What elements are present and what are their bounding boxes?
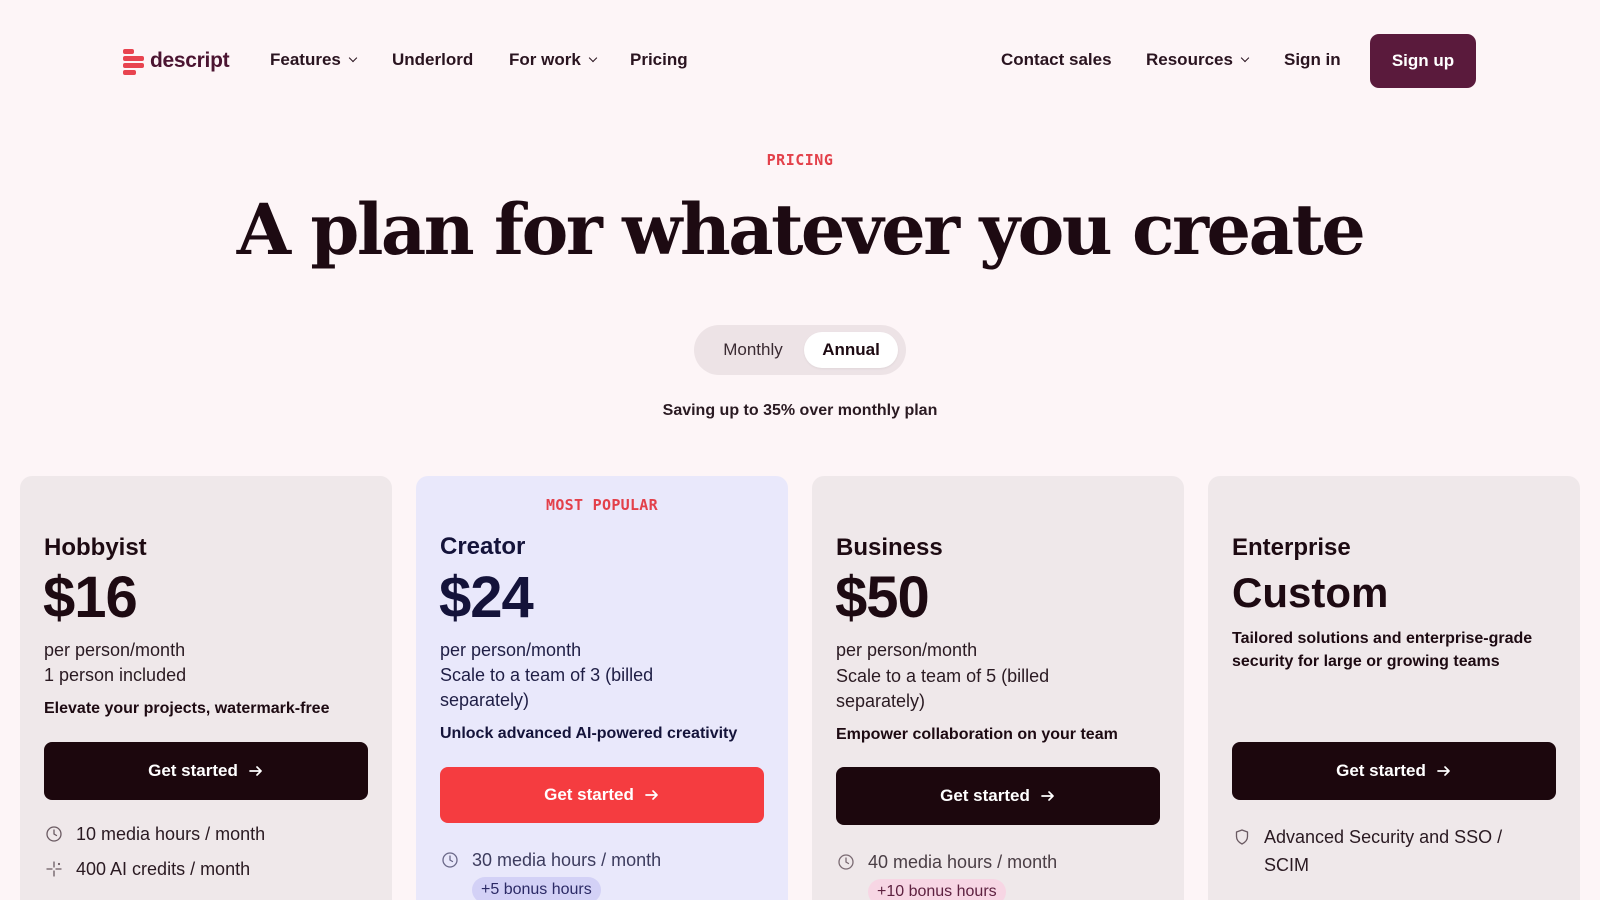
toggle-annual[interactable]: Annual (804, 332, 898, 368)
plan-seats: Scale to a team of 3 (billed separately) (440, 665, 654, 710)
plan-tagline: Elevate your projects, watermark-free (44, 700, 330, 717)
clock-icon (442, 852, 458, 868)
get-started-button[interactable]: Get started (836, 767, 1160, 825)
bonus-hours-badge: +10 bonus hours (868, 879, 1006, 900)
sign-up-button[interactable]: Sign up (1370, 34, 1476, 88)
plan-name: Creator (440, 533, 526, 560)
chevron-down-icon (588, 53, 598, 63)
get-started-label: Get started (1336, 761, 1426, 780)
feature-item: 400 AI credits / month (44, 855, 374, 883)
shield-icon (1235, 829, 1249, 845)
feature-item: 30 media hours / month (440, 846, 770, 874)
feature-item: 40 media hours / month (836, 848, 1166, 876)
nav-pricing[interactable]: Pricing (630, 50, 688, 70)
get-started-label: Get started (148, 761, 238, 780)
feature-text: Advanced Security and SSO / SCIM (1264, 827, 1503, 875)
plan-price: $50 (835, 565, 930, 630)
arrow-right-icon (1041, 791, 1054, 801)
plan-period: per person/month (836, 640, 978, 660)
most-popular-badge: MOST POPULAR (546, 496, 658, 514)
plan-tagline: Tailored solutions and enterprise-grade … (1232, 630, 1533, 670)
arrow-right-icon (1437, 766, 1450, 776)
nav-underlord[interactable]: Underlord (392, 50, 473, 70)
top-nav: descript Features Underlord For work Pri… (0, 0, 1600, 122)
feature-text: 10 media hours / month (76, 824, 266, 844)
clock-icon (838, 854, 854, 870)
descript-logo[interactable]: descript (123, 47, 230, 75)
feature-item: Advanced Security and SSO / SCIM (1232, 823, 1542, 879)
logo-wordmark: descript (150, 49, 230, 72)
get-started-button[interactable]: Get started (440, 767, 764, 823)
plan-tagline: Empower collaboration on your team (836, 726, 1118, 743)
nav-underlord-label: Underlord (392, 50, 474, 69)
clock-icon (46, 826, 62, 842)
plan-seats: Scale to a team of 5 (billed separately) (836, 666, 1050, 711)
plan-period: per person/month (44, 640, 186, 660)
plan-card-enterprise: Enterprise Custom Tailored solutions and… (1208, 476, 1580, 900)
nav-contact-sales-label: Contact sales (1001, 50, 1112, 69)
feature-text: 400 AI credits / month (76, 859, 251, 879)
plan-period: per person/month (440, 640, 582, 660)
get-started-label: Get started (940, 786, 1030, 805)
feature-item: 10 media hours / month (44, 820, 374, 848)
bonus-hours-badge: +5 bonus hours (472, 877, 601, 900)
plan-price: $24 (439, 565, 534, 630)
pricing-eyebrow: PRICING (766, 151, 834, 169)
chevron-down-icon (1240, 53, 1250, 63)
nav-for-work-label: For work (509, 50, 581, 69)
plan-tagline: Unlock advanced AI-powered creativity (440, 725, 738, 742)
nav-features[interactable]: Features (270, 50, 358, 70)
nav-features-label: Features (270, 50, 341, 69)
plan-name: Business (836, 534, 943, 561)
plan-card-creator: MOST POPULAR Creator $24 per person/mont… (416, 476, 788, 900)
billing-toggle: Monthly Annual (694, 325, 906, 375)
plan-card-business: Business $50 per person/month Scale to a… (812, 476, 1184, 900)
chevron-down-icon (348, 53, 358, 63)
feature-text: 30 media hours / month (472, 850, 662, 870)
page-title: A plan for whatever you create (236, 188, 1366, 271)
nav-resources[interactable]: Resources (1146, 50, 1250, 70)
feature-text: 40 media hours / month (868, 852, 1058, 872)
plan-name: Hobbyist (44, 534, 147, 561)
nav-for-work[interactable]: For work (509, 50, 598, 70)
nav-contact-sales[interactable]: Contact sales (1001, 50, 1112, 70)
descript-logo-icon (123, 48, 144, 75)
nav-resources-label: Resources (1146, 50, 1233, 69)
plan-price: Custom (1232, 569, 1389, 616)
arrow-right-icon (249, 766, 262, 776)
plan-seats: 1 person included (44, 665, 187, 685)
plan-price: $16 (43, 565, 138, 630)
get-started-label: Get started (544, 785, 634, 804)
plan-card-hobbyist: Hobbyist $16 per person/month 1 person i… (20, 476, 392, 900)
nav-pricing-label: Pricing (630, 50, 688, 69)
plan-name: Enterprise (1232, 534, 1351, 561)
nav-sign-in-label: Sign in (1284, 50, 1341, 69)
get-started-button[interactable]: Get started (1232, 742, 1556, 800)
nav-sign-in[interactable]: Sign in (1284, 50, 1341, 70)
get-started-button[interactable]: Get started (44, 742, 368, 800)
arrow-right-icon (645, 790, 658, 800)
toggle-monthly[interactable]: Monthly (710, 325, 796, 375)
saving-note: Saving up to 35% over monthly plan (662, 402, 938, 419)
sparkle-icon (46, 861, 62, 877)
